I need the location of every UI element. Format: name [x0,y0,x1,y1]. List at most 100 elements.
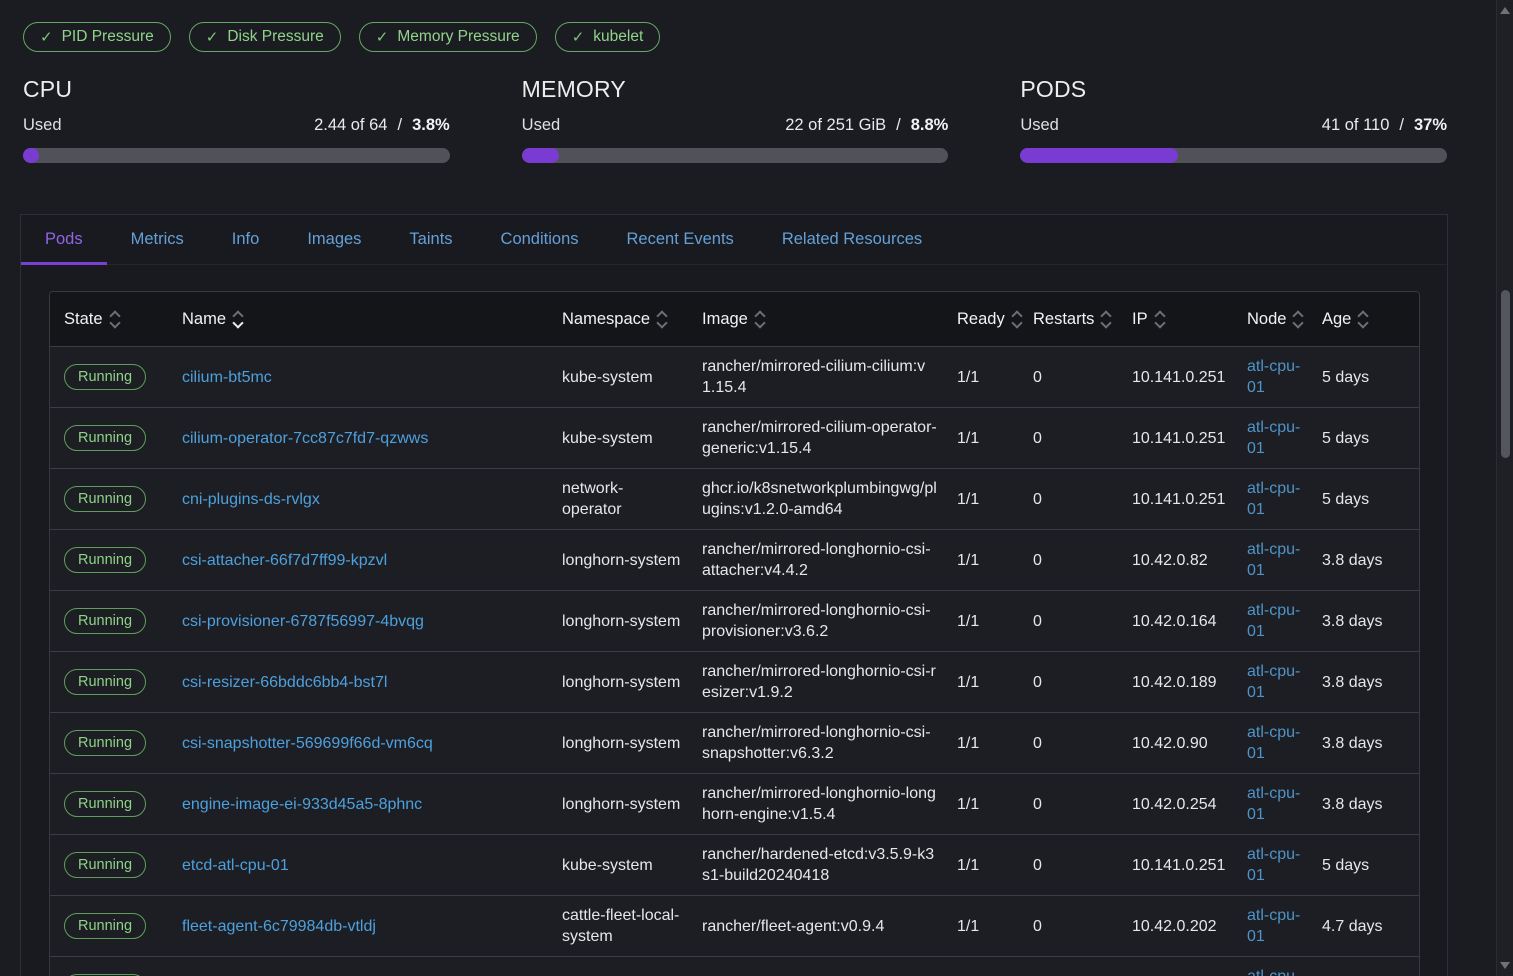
node-link[interactable]: atl-cpu-01 [1247,358,1300,396]
node-cell: atl-cpu-01 [1233,661,1308,703]
column-header-ready[interactable]: Ready [943,310,1019,329]
age-cell: 3.8 days [1308,672,1419,693]
column-header-label: Age [1322,310,1351,329]
ip-cell: 10.42.0.82 [1118,550,1233,571]
column-header-name[interactable]: Name [168,310,548,329]
node-link[interactable]: atl-cpu-01 [1247,541,1300,579]
node-cell: atl-cpu-01 [1233,844,1308,886]
pod-name-link[interactable]: etcd-atl-cpu-01 [182,857,289,874]
pods-table-body: Running cilium-bt5mc kube-system rancher/mi… [50,346,1419,976]
table-row[interactable]: Runningcsi-provisioner-6787f56997-4bvqgl… [50,590,1419,651]
table-row[interactable]: Runningcilium-operator-7cc87c7fd7-qzwwsk… [50,407,1419,468]
age-cell: 3.8 days [1308,733,1419,754]
ready-cell: 1/1 [943,733,1019,754]
pod-name-link[interactable]: csi-snapshotter-569699f66d-vm6cq [182,735,433,752]
memory-gauge-values: Used 22 of 251 GiB / 8.8% [522,116,949,135]
memory-progress-fill [522,148,560,163]
restarts-cell: 0 [1019,733,1118,754]
namespace-cell: cattle-fleet-local-system [548,905,688,947]
pod-name-link[interactable]: cni-plugins-ds-rvlgx [182,491,320,508]
ip-cell: 10.42.0.164 [1118,611,1233,632]
pod-name-link[interactable]: cilium-operator-7cc87c7fd7-qzwws [182,430,428,447]
column-header-ip[interactable]: IP [1118,310,1233,329]
table-row[interactable]: Running csi-resizer-66bddc6bb4-bst7l longh… [50,651,1419,712]
table-row[interactable]: Running csi-attacher-66f7d7ff99-kpzvl long… [50,529,1419,590]
name-cell: cilium-operator-7cc87c7fd7-qzwws [168,428,548,449]
sort-icon [1359,312,1367,327]
name-cell: cni-plugins-ds-rvlgx [168,489,548,510]
memory-percent: 8.8% [911,116,949,135]
node-link[interactable]: atl-cpu-01 [1247,907,1300,945]
tab-recent-events[interactable]: Recent Events [603,215,758,264]
condition-badge-label: kubelet [593,28,643,46]
state-badge: Running [64,547,146,573]
column-header-restarts[interactable]: Restarts [1019,310,1118,329]
node-link[interactable]: atl-cpu-01 [1247,602,1300,640]
age-cell: 3.8 days [1308,611,1419,632]
tab-pods[interactable]: Pods [21,215,107,264]
scroll-up-arrow-icon[interactable] [1500,7,1510,14]
node-link[interactable]: atl-cpu-01 [1247,846,1300,884]
state-cell: Running [50,791,168,817]
ip-cell: 10.141.0.251 [1118,489,1233,510]
node-link[interactable]: atl-cpu-01 [1247,419,1300,457]
scrollbar-thumb[interactable] [1501,290,1510,458]
namespace-cell: longhorn-system [548,672,688,693]
name-cell: csi-attacher-66f7d7ff99-kpzvl [168,550,548,571]
tab-images[interactable]: Images [283,215,385,264]
table-row[interactable]: Runningfleet-agent-6c79984db-vtldjcattle… [50,895,1419,956]
node-link[interactable]: atl-cpu-01 [1247,724,1300,762]
restarts-cell: 0 [1019,916,1118,937]
tab-metrics[interactable]: Metrics [107,215,208,264]
table-row[interactable]: Runningetcd-atl-cpu-01kube-systemrancher… [50,834,1419,895]
tab-related-resources[interactable]: Related Resources [758,215,946,264]
tab-conditions[interactable]: Conditions [477,215,603,264]
node-link[interactable]: atl-cpu-01 [1247,663,1300,701]
ready-cell: 1/1 [943,428,1019,449]
sort-icon [234,312,242,327]
table-row[interactable]: Runningcilium-bt5mckube-systemrancher/mi… [50,346,1419,407]
condition-badge-memory-pressure: ✓Memory Pressure [359,22,537,52]
ip-cell: 10.141.0.251 [1118,428,1233,449]
pod-name-link[interactable]: csi-resizer-66bddc6bb4-bst7l [182,674,387,691]
state-cell: Running [50,669,168,695]
node-link[interactable]: atl-cpu-01 [1247,785,1300,823]
cpu-progress-bar [23,148,450,163]
pod-name-link[interactable]: cilium-bt5mc [182,369,272,386]
column-header-state[interactable]: State [50,310,168,329]
page-scrollbar[interactable] [1496,0,1513,976]
column-header-age[interactable]: Age [1308,310,1419,329]
pod-name-link[interactable]: csi-attacher-66f7d7ff99-kpzvl [182,552,387,569]
restarts-cell: 0 [1019,855,1118,876]
column-header-namespace[interactable]: Namespace [548,310,688,329]
table-row[interactable]: Runningcsi-snapshotter-569699f66d-vm6cql… [50,712,1419,773]
namespace-cell: longhorn-system [548,733,688,754]
node-link[interactable]: atl-cpu-01 [1247,968,1300,976]
pod-name-link[interactable]: fleet-agent-6c79984db-vtldj [182,918,376,935]
tab-info[interactable]: Info [208,215,284,264]
table-row[interactable]: Runningnvcr.io/nvidia/gpu-operator:v2atl… [50,956,1419,976]
sort-icon [756,312,764,327]
name-cell: fleet-agent-6c79984db-vtldj [168,916,548,937]
pod-name-link[interactable]: engine-image-ei-933d45a5-8phnc [182,796,422,813]
tab-taints[interactable]: Taints [385,215,476,264]
node-detail-page: ✓PID Pressure✓Disk Pressure✓Memory Press… [0,0,1513,976]
namespace-cell: longhorn-system [548,550,688,571]
node-link[interactable]: atl-cpu-01 [1247,480,1300,518]
namespace-cell: kube-system [548,428,688,449]
column-header-node[interactable]: Node [1233,310,1308,329]
node-cell: atl-cpu-01 [1233,966,1308,976]
condition-badge-label: Disk Pressure [227,28,323,46]
column-header-image[interactable]: Image [688,310,943,329]
node-cell: atl-cpu-01 [1233,417,1308,459]
image-cell: rancher/mirrored-longhornio-csi-attacher… [688,539,943,581]
tab-label: Info [232,230,260,249]
pod-name-link[interactable]: csi-provisioner-6787f56997-4bvqg [182,613,424,630]
table-row[interactable]: Runningcni-plugins-ds-rvlgxnetwork-opera… [50,468,1419,529]
scroll-down-arrow-icon[interactable] [1500,962,1510,969]
pods-table: StateNameNamespaceImageReadyRestartsIPNo… [49,291,1420,976]
state-cell: Running [50,608,168,634]
table-row[interactable]: Runningengine-image-ei-933d45a5-8phnclon… [50,773,1419,834]
tab-label: Images [307,230,361,249]
restarts-cell: 0 [1019,428,1118,449]
